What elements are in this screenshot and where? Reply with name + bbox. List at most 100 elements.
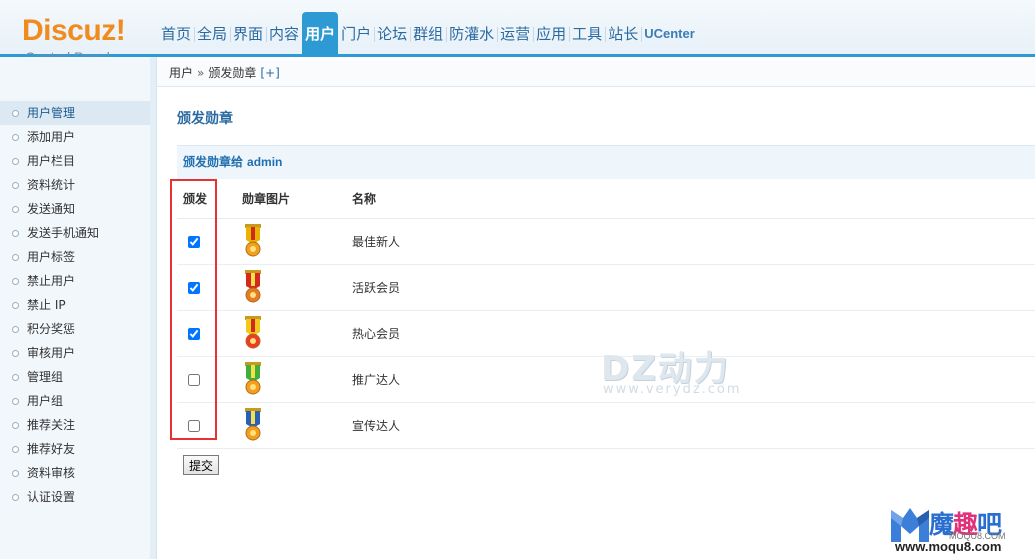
column-award: 颁发 xyxy=(177,179,237,219)
medal-icon xyxy=(245,361,261,394)
bullet-icon xyxy=(12,134,19,141)
medal-name: 活跃会员 xyxy=(347,264,1035,311)
sidebar-item[interactable]: 审核用户 xyxy=(0,341,150,365)
medal-icon xyxy=(245,315,261,348)
column-name: 名称 xyxy=(347,179,1035,219)
page-title: 颁发勋章 xyxy=(177,111,233,127)
sidebar-item[interactable]: 用户标签 xyxy=(0,245,150,269)
award-checkbox[interactable] xyxy=(188,235,200,248)
top-nav-tab[interactable]: 工具 xyxy=(569,14,605,54)
top-nav-tab[interactable]: 全局 xyxy=(194,14,230,54)
top-nav-tab[interactable]: UCenter xyxy=(641,14,698,54)
sidebar-item[interactable]: 资料统计 xyxy=(0,173,150,197)
medal-row: 推广达人 xyxy=(177,356,1035,403)
top-nav-tab[interactable]: 首页 xyxy=(158,14,194,54)
sidebar-item-label: 资料审核 xyxy=(27,466,76,480)
top-nav-tab[interactable]: 防灌水 xyxy=(446,14,497,54)
bullet-icon xyxy=(12,110,19,117)
sidebar-item-label: 禁止 IP xyxy=(27,298,66,312)
sidebar-item-label: 用户组 xyxy=(27,394,64,408)
top-nav-tab[interactable]: 内容 xyxy=(266,14,302,54)
sidebar-item[interactable]: 资料审核 xyxy=(0,461,150,485)
sidebar: 用户管理添加用户用户栏目资料统计发送通知发送手机通知 用户标签禁止用户禁止 IP 积… xyxy=(0,57,157,559)
sidebar-item[interactable]: 推荐关注 xyxy=(0,413,150,437)
medal-image-cell xyxy=(237,310,347,357)
sidebar-item-label: 认证设置 xyxy=(27,490,76,504)
top-nav-tab[interactable]: 门户 xyxy=(338,14,374,54)
award-checkbox[interactable] xyxy=(188,281,200,294)
sidebar-item-label: 审核用户 xyxy=(27,346,76,360)
top-nav-tab[interactable]: 应用 xyxy=(533,14,569,54)
sidebar-edge xyxy=(150,57,156,559)
award-cell xyxy=(177,264,237,311)
sidebar-item[interactable]: 禁止 IP xyxy=(0,293,150,317)
medal-image-cell xyxy=(237,356,347,403)
sidebar-item-label: 推荐关注 xyxy=(27,418,76,432)
bullet-icon xyxy=(12,206,19,213)
sidebar-item-label: 用户标签 xyxy=(27,250,76,264)
medal-image-cell xyxy=(237,218,347,265)
top-nav-tab[interactable]: 群组 xyxy=(410,14,446,54)
award-checkbox[interactable] xyxy=(188,327,200,340)
medal-icon xyxy=(245,269,261,302)
main-content: 颁发勋章 颁发勋章给 admin 颁发 勋章图片 名称 最佳新人 活跃会员 热心会员推… xyxy=(157,88,1035,559)
bullet-icon xyxy=(12,350,19,357)
sidebar-item[interactable]: 发送手机通知 xyxy=(0,221,150,245)
submit-button[interactable]: 提交 xyxy=(183,455,219,475)
sidebar-item-label: 发送通知 xyxy=(27,202,76,216)
sidebar-item[interactable]: 推荐好友 xyxy=(0,437,150,461)
bullet-icon xyxy=(12,158,19,165)
medal-row: 热心会员 xyxy=(177,310,1035,357)
sidebar-item-label: 资料统计 xyxy=(27,178,76,192)
medal-name: 最佳新人 xyxy=(347,218,1035,265)
sidebar-item[interactable]: 用户组 xyxy=(0,389,150,413)
top-nav-tab[interactable]: 站长 xyxy=(605,14,641,54)
award-target-label: 颁发勋章给 xyxy=(183,155,244,169)
bullet-icon xyxy=(12,470,19,477)
top-nav-tab[interactable]: 论坛 xyxy=(374,14,410,54)
award-checkbox[interactable] xyxy=(188,373,200,386)
top-nav-tab[interactable]: 运营 xyxy=(497,14,533,54)
sidebar-item[interactable]: 管理组 xyxy=(0,365,150,389)
medal-row: 宣传达人 xyxy=(177,402,1035,449)
medal-image-cell xyxy=(237,402,347,449)
medal-name: 宣传达人 xyxy=(347,402,1035,449)
sidebar-item-label: 用户管理 xyxy=(27,106,76,120)
sidebar-item[interactable]: 积分奖惩 xyxy=(0,317,150,341)
sidebar-item-label: 积分奖惩 xyxy=(27,322,76,336)
top-nav-tab[interactable]: 用户 xyxy=(302,12,339,54)
bullet-icon xyxy=(12,326,19,333)
sidebar-item[interactable]: 用户管理 xyxy=(0,101,150,125)
sidebar-item-label: 添加用户 xyxy=(27,130,76,144)
bullet-icon xyxy=(12,446,19,453)
medal-icon xyxy=(245,223,261,256)
bullet-icon xyxy=(12,278,19,285)
medal-row: 活跃会员 xyxy=(177,264,1035,311)
sidebar-item-label: 推荐好友 xyxy=(27,442,76,456)
sidebar-item-label: 用户栏目 xyxy=(27,154,76,168)
medal-row: 最佳新人 xyxy=(177,218,1035,265)
breadcrumb-current: 颁发勋章 xyxy=(208,66,257,80)
award-cell xyxy=(177,218,237,265)
breadcrumb: 用户 » 颁发勋章 [+] xyxy=(157,60,1035,87)
sidebar-item[interactable]: 添加用户 xyxy=(0,125,150,149)
sidebar-item-label: 发送手机通知 xyxy=(27,226,100,240)
sidebar-item[interactable]: 禁止用户 xyxy=(0,269,150,293)
award-target-username: admin xyxy=(247,155,283,169)
medal-name: 热心会员 xyxy=(347,310,1035,357)
medal-name: 推广达人 xyxy=(347,356,1035,403)
award-checkbox[interactable] xyxy=(188,419,200,432)
bullet-icon xyxy=(12,398,19,405)
medal-table: 颁发 勋章图片 名称 最佳新人 活跃会员 热心会员 推广达人 宣传达人 xyxy=(177,179,1035,449)
bullet-icon xyxy=(12,182,19,189)
sidebar-item[interactable]: 发送通知 xyxy=(0,197,150,221)
sidebar-item-label: 禁止用户 xyxy=(27,274,76,288)
top-nav-tab[interactable]: 界面 xyxy=(230,14,266,54)
medal-table-header: 颁发 勋章图片 名称 xyxy=(177,179,1035,219)
breadcrumb-parent[interactable]: 用户 xyxy=(169,66,193,80)
medal-rows: 最佳新人 活跃会员 热心会员 推广达人 宣传达人 xyxy=(177,218,1035,449)
sidebar-item[interactable]: 认证设置 xyxy=(0,485,150,509)
bullet-icon xyxy=(12,422,19,429)
add-to-favorites-link[interactable]: [+] xyxy=(260,66,279,80)
sidebar-item[interactable]: 用户栏目 xyxy=(0,149,150,173)
